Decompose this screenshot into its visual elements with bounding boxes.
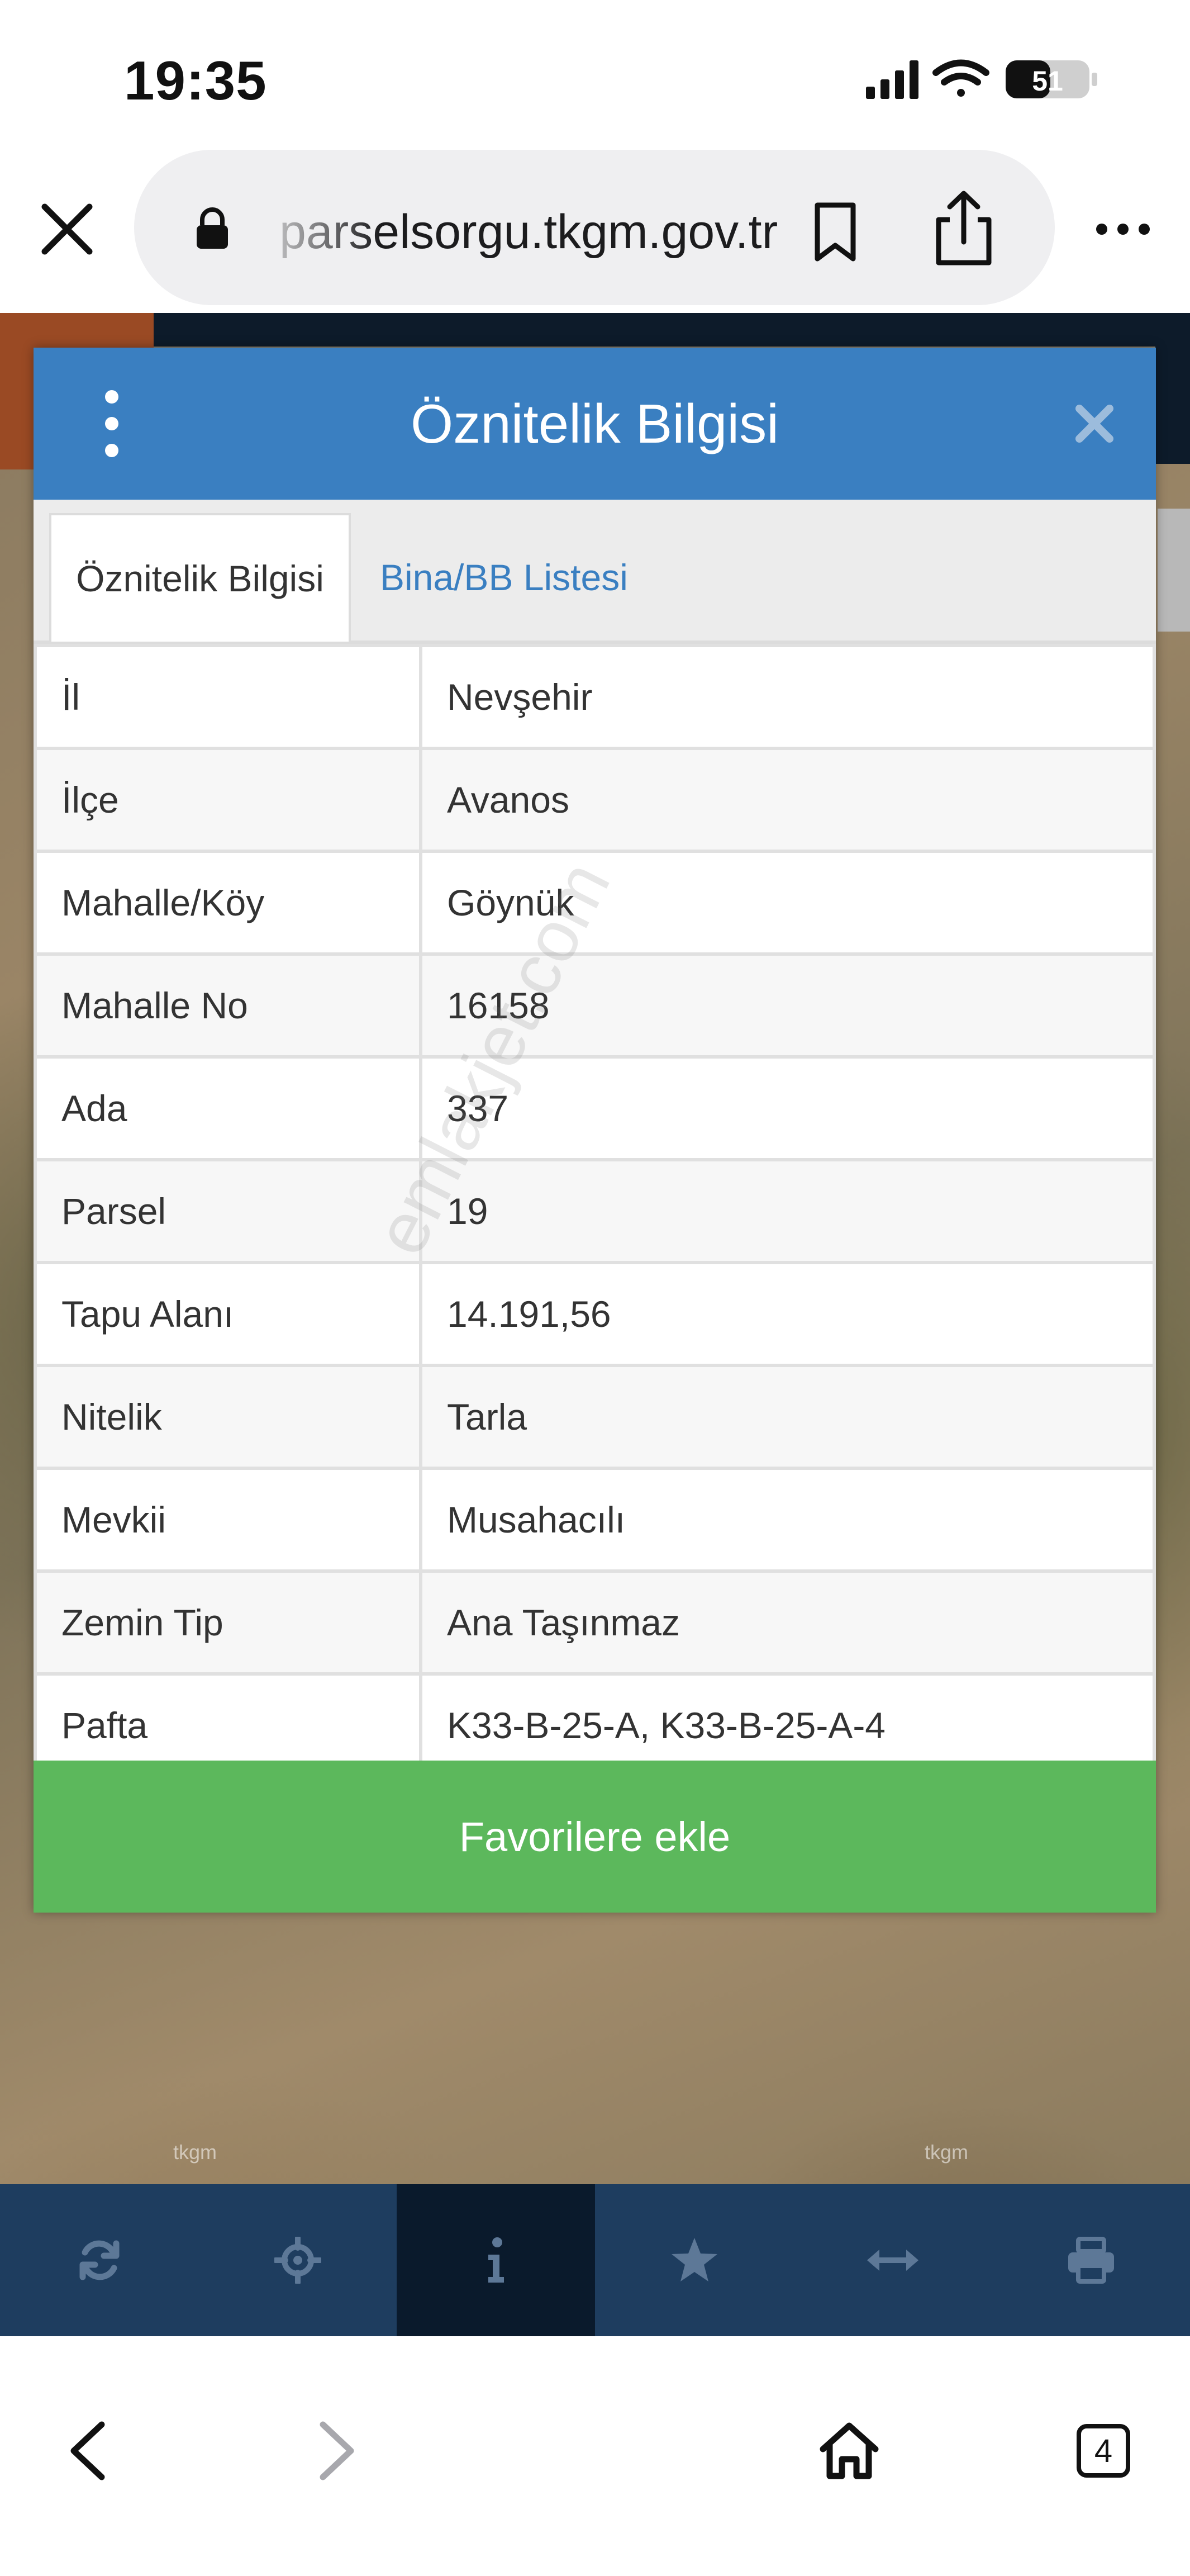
refresh-icon [79,2240,119,2280]
status-icons: 51 [866,59,1097,99]
table-row: İl Nevşehir [34,644,1156,750]
status-bar: 19:35 51 [0,0,1190,145]
attribute-value: Tarla [419,1364,1156,1470]
attribute-value: 19 [419,1158,1156,1264]
dialog-header: Öznitelik Bilgisi [34,348,1156,500]
tab-attribute-info[interactable]: Öznitelik Bilgisi [49,513,351,642]
forward-button[interactable] [296,2409,380,2493]
lock-icon [197,207,228,249]
battery-level: 51 [1032,65,1063,97]
map-attribution: tkgm [925,2141,969,2164]
dialog-title: Öznitelik Bilgisi [411,393,779,454]
attribute-dialog: Öznitelik Bilgisi Öznitelik Bilgisi Bina… [34,348,1156,1913]
attribute-key: İlçe [34,747,422,853]
back-button[interactable] [45,2409,128,2493]
share-button[interactable] [925,186,1003,270]
tab-building-list[interactable]: Bina/BB Listesi [380,513,628,642]
bookmark-button[interactable] [802,199,869,266]
locate-button[interactable] [198,2184,397,2336]
map-right-strip [1155,313,1190,464]
bookmark-icon [815,202,856,262]
measure-button[interactable] [793,2184,992,2336]
attribute-key: Mevkii [34,1467,422,1573]
table-row: Parsel 19 [34,1158,1156,1264]
attribute-value: Nevşehir [419,644,1156,750]
home-icon [820,2422,879,2479]
measure-icon [867,2250,918,2271]
address-bar[interactable]: parselsorgu.tkgm.gov.tr [134,150,1055,305]
more-icon [1096,224,1150,235]
close-button[interactable] [34,196,101,263]
info-icon [488,2237,504,2283]
signal-icon [866,60,918,99]
table-row: Mahalle No 16158 [34,952,1156,1059]
attribute-key: İl [34,644,422,750]
attribute-key: Parsel [34,1158,422,1264]
table-row: Mevkii Musahacılı [34,1467,1156,1573]
add-to-favorites-button[interactable]: Favorilere ekle [34,1761,1156,1913]
attribute-value: 14.191,56 [419,1261,1156,1367]
map-toolbar [0,2184,1190,2336]
table-row: Tapu Alanı 14.191,56 [34,1261,1156,1367]
dialog-close-button[interactable] [1070,399,1119,448]
attribute-key: Zemin Tip [34,1569,422,1676]
back-icon [70,2421,105,2480]
refresh-button[interactable] [0,2184,198,2336]
table-row: İlçe Avanos [34,747,1156,853]
attribute-key: Tapu Alanı [34,1261,422,1367]
print-button[interactable] [992,2184,1190,2336]
attribute-key: Mahalle No [34,952,422,1059]
star-icon [671,2238,717,2281]
attribute-key: Nitelik [34,1364,422,1470]
wifi-icon [932,59,989,97]
more-button[interactable] [1089,196,1156,263]
attribute-table: İl Nevşehir İlçe Avanos Mahalle/Köy Göyn… [34,644,1156,1778]
print-icon [1068,2237,1114,2284]
attribute-key: Ada [34,1055,422,1161]
map-attribution: tkgm [173,2141,217,2164]
dialog-tabs: Öznitelik Bilgisi Bina/BB Listesi [34,500,1156,644]
forward-icon [320,2421,354,2480]
attribute-value: Ana Taşınmaz [419,1569,1156,1676]
tab-count: 4 [1077,2424,1130,2478]
browser-navigation: 4 [0,2336,1190,2576]
favorites-button[interactable] [595,2184,793,2336]
table-row: Ada 337 [34,1055,1156,1161]
table-row: Nitelik Tarla [34,1364,1156,1470]
close-icon [1075,405,1113,443]
home-button[interactable] [807,2409,891,2493]
browser-bar: parselsorgu.tkgm.gov.tr [0,145,1190,313]
url-text[interactable]: parselsorgu.tkgm.gov.tr [279,205,866,260]
map-top-strip [0,313,1190,347]
tabs-button[interactable]: 4 [1062,2409,1145,2493]
map-scrollbar[interactable] [1158,509,1190,632]
status-time: 19:35 [124,50,267,111]
attribute-value: Musahacılı [419,1467,1156,1573]
battery-icon: 51 [1006,60,1097,98]
attribute-value: Avanos [419,747,1156,853]
attribute-key: Mahalle/Köy [34,850,422,956]
locate-icon [274,2237,321,2284]
close-icon [41,203,93,255]
table-row: Zemin Tip Ana Taşınmaz [34,1569,1156,1676]
share-icon [936,191,992,265]
info-button[interactable] [397,2184,595,2336]
